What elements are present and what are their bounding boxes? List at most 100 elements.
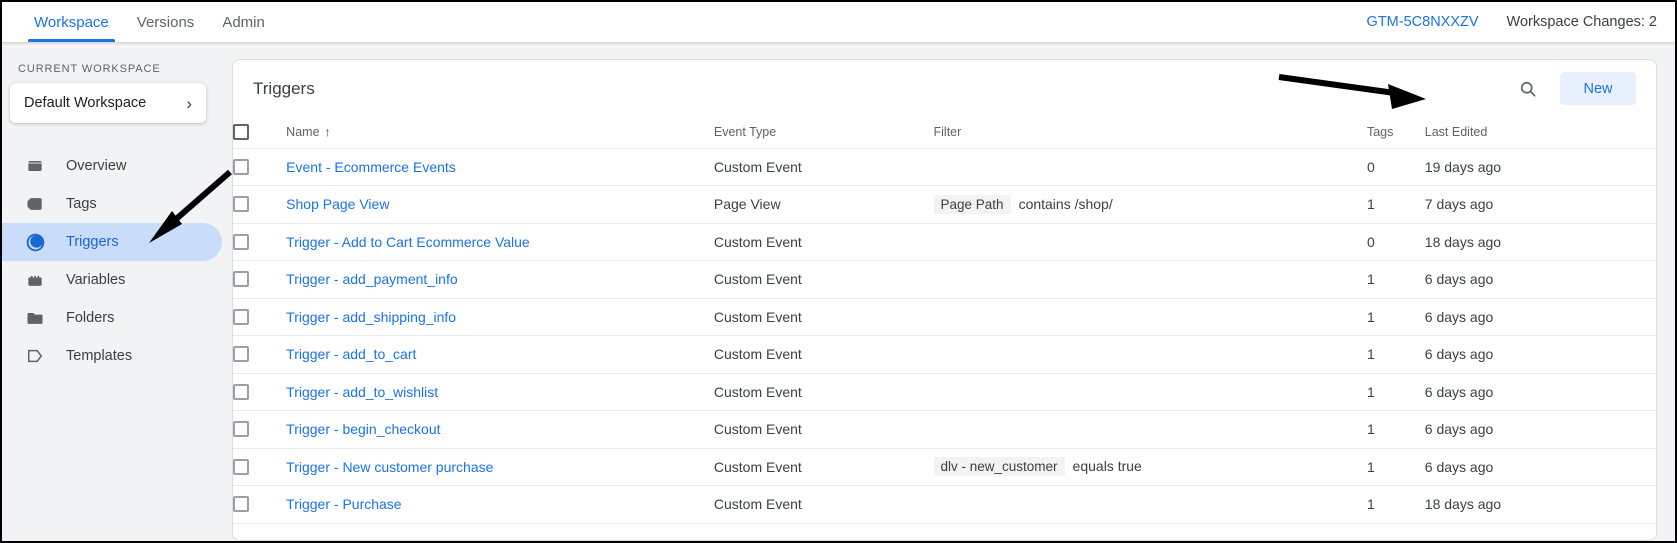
search-icon[interactable] [1514, 75, 1542, 103]
row-checkbox[interactable] [233, 346, 249, 363]
column-header-filter-label: Filter [933, 125, 962, 140]
row-checkbox[interactable] [233, 383, 249, 400]
trigger-icon [24, 231, 46, 253]
table-row[interactable]: Event - Ecommerce Events Custom Event 0 19 … [233, 148, 1656, 186]
cell-filter [933, 335, 1367, 374]
cell-tags-count: 0 [1366, 148, 1425, 186]
cell-name: Trigger - Purchase [286, 485, 714, 524]
table-row[interactable]: Trigger - New customer purchase Custom Ev… [233, 448, 1656, 486]
triggers-table-body: Event - Ecommerce Events Custom Event 0 19 … [233, 148, 1656, 524]
trigger-name-link[interactable]: Trigger - Add to Cart Ecommerce Value [286, 234, 530, 250]
cell-last-edited: 18 days ago [1424, 223, 1656, 261]
trigger-name-link[interactable]: Shop Page View [286, 196, 389, 212]
sidebar-item-tags[interactable]: Tags [2, 185, 222, 223]
tab-versions[interactable]: Versions [123, 2, 209, 42]
row-select-cell[interactable] [233, 373, 287, 411]
filter-condition-text: contains /shop/ [1018, 195, 1113, 212]
table-row[interactable]: Shop Page View Page View Page Path contains… [233, 185, 1656, 224]
trigger-name-link[interactable]: Trigger - add_to_wishlist [286, 384, 438, 400]
cell-event-type: Page View [713, 185, 934, 224]
cell-tags-count: 1 [1366, 185, 1425, 224]
table-row[interactable]: Trigger - add_to_cart Custom Event 1 6 days… [233, 335, 1656, 374]
row-checkbox[interactable] [233, 496, 249, 513]
cell-name: Trigger - add_to_wishlist [286, 373, 714, 411]
sidebar-item-triggers[interactable]: Triggers [2, 223, 222, 261]
current-workspace-label: CURRENT WORKSPACE [18, 63, 161, 75]
row-select-cell[interactable] [233, 298, 287, 336]
row-select-cell[interactable] [233, 485, 287, 524]
cell-last-edited: 6 days ago [1424, 448, 1656, 486]
cell-name: Trigger - Add to Cart Ecommerce Value [286, 223, 714, 261]
cell-last-edited: 6 days ago [1424, 410, 1656, 449]
cell-event-type: Custom Event [713, 373, 934, 411]
column-header-tags[interactable]: Tags [1366, 117, 1425, 149]
cell-last-edited: 6 days ago [1424, 298, 1656, 336]
workspace-selector[interactable]: Default Workspace › [10, 83, 206, 123]
row-select-cell[interactable] [233, 148, 287, 186]
table-row[interactable]: Trigger - add_shipping_info Custom Event 1… [233, 298, 1656, 336]
row-select-cell[interactable] [233, 260, 287, 299]
column-header-name[interactable]: Name ↑ [286, 117, 714, 149]
row-checkbox[interactable] [233, 196, 249, 213]
column-header-event-type[interactable]: Event Type [713, 117, 934, 149]
table-row[interactable]: Trigger - begin_checkout Custom Event 1 6 d… [233, 410, 1656, 449]
row-checkbox[interactable] [233, 271, 249, 288]
row-checkbox[interactable] [233, 158, 249, 175]
cell-event-type: Custom Event [713, 448, 934, 486]
sidebar-item-templates[interactable]: Templates [2, 337, 222, 375]
tab-admin[interactable]: Admin [208, 2, 279, 42]
table-row[interactable]: Trigger - add_payment_info Custom Event 1 6… [233, 260, 1656, 299]
row-select-cell[interactable] [233, 185, 287, 224]
cell-event-type: Custom Event [713, 485, 934, 524]
sidebar-item-variables[interactable]: Variables [2, 261, 222, 299]
sidebar-item-templates-label: Templates [66, 348, 133, 364]
container-id-link[interactable]: GTM-5C8NXXZV [1367, 14, 1479, 30]
trigger-name-link[interactable]: Trigger - add_payment_info [286, 271, 457, 287]
row-checkbox[interactable] [233, 421, 249, 438]
column-header-last-edited[interactable]: Last Edited [1424, 117, 1656, 149]
triggers-card-header: Triggers New [233, 60, 1656, 117]
trigger-name-link[interactable]: Trigger - begin_checkout [286, 421, 440, 437]
table-row[interactable]: Trigger - add_to_wishlist Custom Event 1 6 … [233, 373, 1656, 411]
sidebar-item-overview[interactable]: Overview [2, 147, 222, 185]
tag-icon [24, 193, 46, 215]
cell-filter [933, 298, 1367, 336]
row-select-cell[interactable] [233, 448, 287, 486]
sidebar-item-folders[interactable]: Folders [2, 299, 222, 337]
select-all-header[interactable] [233, 117, 287, 149]
row-checkbox[interactable] [233, 458, 249, 475]
cell-tags-count: 1 [1366, 448, 1425, 486]
cell-event-type: Custom Event [713, 148, 934, 186]
top-bar-right: GTM-5C8NXXZV Workspace Changes: 2 [1367, 14, 1675, 30]
workspace-changes-label[interactable]: Workspace Changes: 2 [1507, 14, 1657, 30]
triggers-card: Triggers New Name ↑ Event Type Filter Ta… [232, 59, 1657, 541]
tab-workspace[interactable]: Workspace [20, 2, 123, 42]
cell-name: Event - Ecommerce Events [286, 148, 714, 186]
trigger-name-link[interactable]: Event - Ecommerce Events [286, 159, 456, 175]
row-select-cell[interactable] [233, 410, 287, 449]
table-row[interactable]: Trigger - Add to Cart Ecommerce Value Cus… [233, 223, 1656, 261]
row-checkbox[interactable] [233, 308, 249, 325]
new-trigger-button[interactable]: New [1560, 72, 1636, 105]
filter-condition-text: equals true [1072, 458, 1142, 475]
top-navigation-bar: Workspace Versions Admin GTM-5C8NXXZV Wo… [2, 2, 1675, 42]
triggers-table-head: Name ↑ Event Type Filter Tags Last Edited [233, 117, 1656, 149]
gtm-workspace-screen: Workspace Versions Admin GTM-5C8NXXZV Wo… [0, 0, 1677, 543]
trigger-name-link[interactable]: Trigger - Purchase [286, 496, 401, 512]
column-header-filter[interactable]: Filter [933, 117, 1367, 149]
row-select-cell[interactable] [233, 223, 287, 261]
sidebar-item-folders-label: Folders [66, 310, 115, 326]
tab-admin-label: Admin [222, 13, 265, 31]
trigger-name-link[interactable]: Trigger - add_to_cart [286, 346, 416, 362]
trigger-name-link[interactable]: Trigger - add_shipping_info [286, 309, 456, 325]
cell-last-edited: 6 days ago [1424, 260, 1656, 299]
trigger-name-link[interactable]: Trigger - New customer purchase [286, 459, 493, 475]
workspace-name: Default Workspace [24, 95, 147, 111]
row-select-cell[interactable] [233, 335, 287, 374]
main-content-area: Triggers New Name ↑ Event Type Filter Ta… [222, 47, 1675, 541]
left-sidebar: CURRENT WORKSPACE Default Workspace › Ov… [2, 47, 222, 541]
table-row[interactable]: Trigger - Purchase Custom Event 1 18 days a… [233, 485, 1656, 524]
cell-last-edited: 18 days ago [1424, 485, 1656, 524]
row-checkbox[interactable] [233, 233, 249, 250]
select-all-checkbox[interactable] [233, 124, 249, 141]
